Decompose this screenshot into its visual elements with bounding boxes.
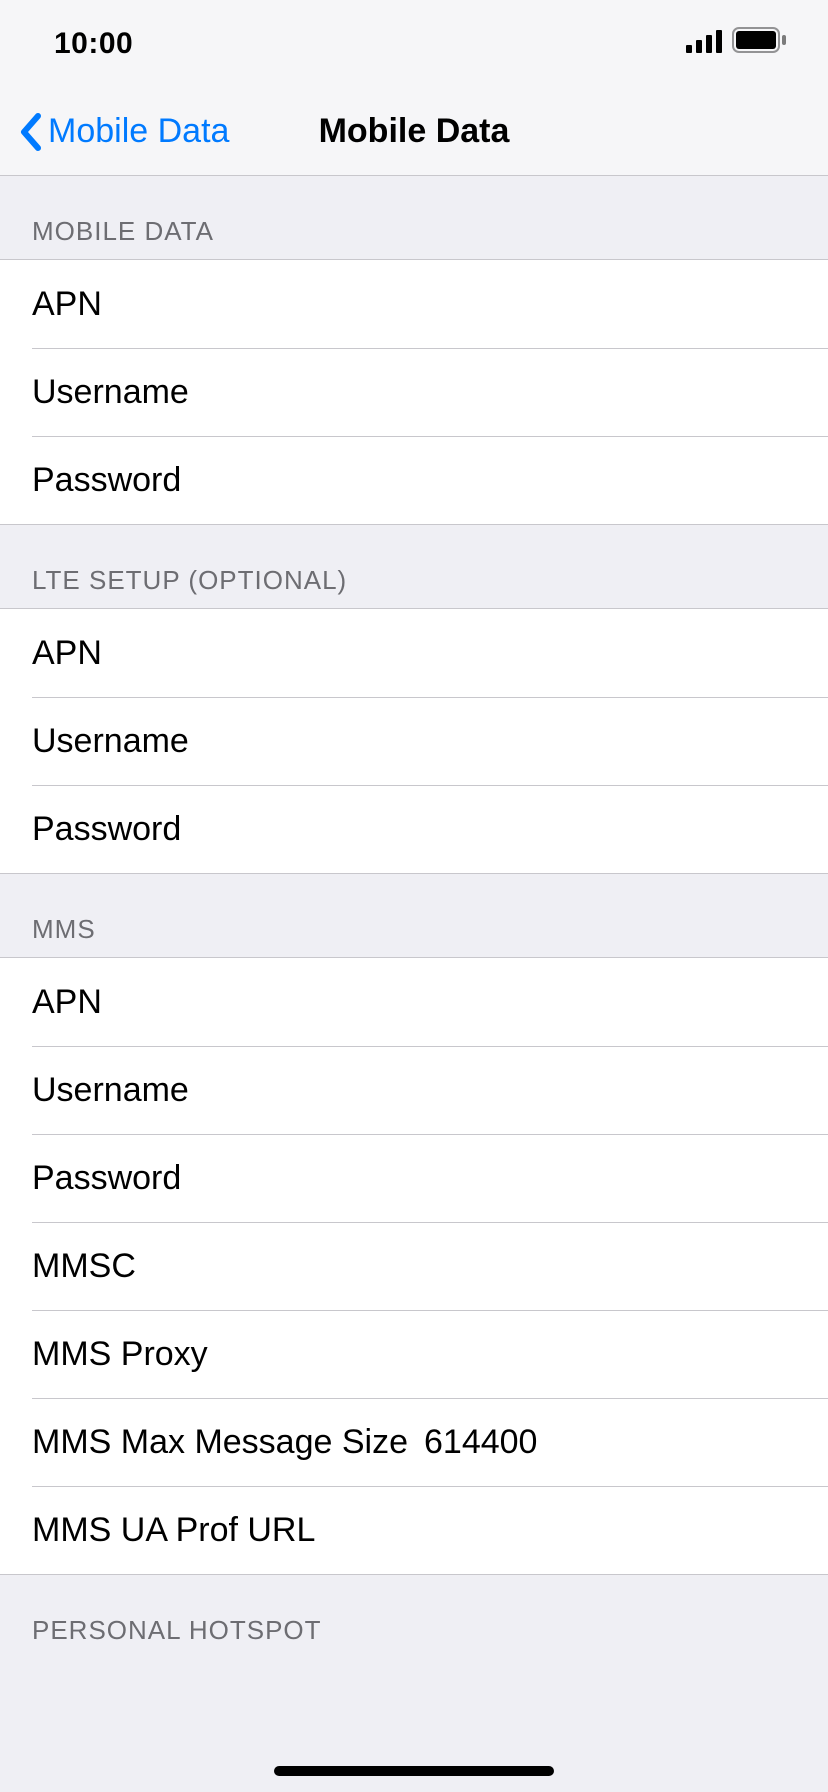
password-label: Password [32,1159,181,1198]
status-bar: 10:00 [0,0,828,88]
back-label: Mobile Data [48,112,229,151]
group-mobile-data: APN Username Password [0,259,828,525]
password-label: Password [32,810,181,849]
apn-label: APN [32,285,102,324]
row-mobile-data-apn[interactable]: APN [0,260,828,348]
mms-ua-prof-input[interactable] [315,1511,796,1550]
mmsc-label: MMSC [32,1247,136,1286]
status-time: 10:00 [54,27,133,61]
row-mms-username[interactable]: Username [0,1046,828,1134]
mmsc-input[interactable] [136,1247,796,1286]
chevron-left-icon [18,112,42,152]
status-indicators [686,27,788,61]
row-mobile-data-username[interactable]: Username [0,348,828,436]
apn-label: APN [32,983,102,1022]
row-lte-apn[interactable]: APN [0,609,828,697]
apn-input[interactable] [102,634,796,673]
mms-max-size-label: MMS Max Message Size [32,1423,408,1462]
battery-icon [732,27,788,61]
back-button[interactable]: Mobile Data [0,112,229,152]
apn-label: APN [32,634,102,673]
apn-input[interactable] [102,983,796,1022]
row-mms-proxy[interactable]: MMS Proxy [0,1310,828,1398]
section-header-mobile-data: Mobile Data [0,176,828,259]
row-lte-username[interactable]: Username [0,697,828,785]
home-indicator [274,1766,554,1776]
section-header-lte: LTE Setup (Optional) [0,525,828,608]
navigation-bar: Mobile Data Mobile Data [0,88,828,176]
mms-proxy-label: MMS Proxy [32,1335,208,1374]
username-input[interactable] [189,373,796,412]
row-mobile-data-password[interactable]: Password [0,436,828,524]
username-input[interactable] [189,1071,796,1110]
mms-proxy-input[interactable] [208,1335,796,1374]
username-input[interactable] [189,722,796,761]
row-mms-ua-prof[interactable]: MMS UA Prof URL [0,1486,828,1574]
row-lte-password[interactable]: Password [0,785,828,873]
section-header-hotspot: Personal Hotspot [0,1575,828,1658]
group-mms: APN Username Password MMSC MMS Proxy MMS… [0,957,828,1575]
group-lte: APN Username Password [0,608,828,874]
username-label: Username [32,373,189,412]
password-input[interactable] [181,461,796,500]
row-mms-apn[interactable]: APN [0,958,828,1046]
username-label: Username [32,722,189,761]
cellular-signal-icon [686,27,722,61]
mms-ua-prof-label: MMS UA Prof URL [32,1511,315,1550]
apn-input[interactable] [102,285,796,324]
password-input[interactable] [181,1159,796,1198]
mms-max-size-input[interactable] [408,1423,796,1462]
row-mms-mmsc[interactable]: MMSC [0,1222,828,1310]
password-input[interactable] [181,810,796,849]
row-mms-max-size[interactable]: MMS Max Message Size [0,1398,828,1486]
password-label: Password [32,461,181,500]
username-label: Username [32,1071,189,1110]
section-header-mms: MMS [0,874,828,957]
row-mms-password[interactable]: Password [0,1134,828,1222]
